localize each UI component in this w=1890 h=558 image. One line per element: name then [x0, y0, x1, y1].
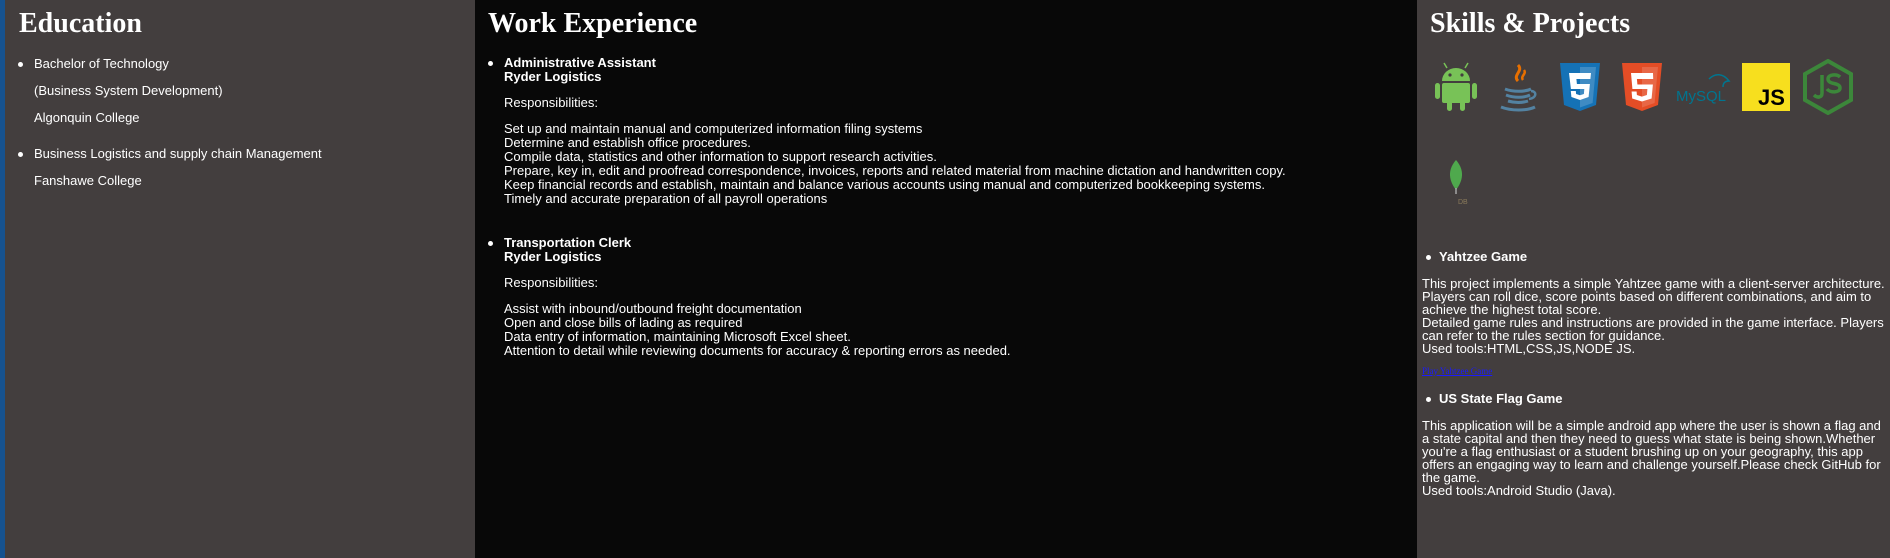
- project-description: This project implements a simple Yahtzee…: [1422, 277, 1890, 355]
- project-desc-line: This project implements a simple Yahtzee…: [1422, 276, 1885, 317]
- project-item: US State Flag Game This application will…: [1422, 392, 1890, 497]
- html5-icon: [1613, 58, 1671, 116]
- skills-heading: Skills & Projects: [1430, 8, 1631, 39]
- project-item: Yahtzee Game This project implements a s…: [1422, 250, 1890, 378]
- job-company: Ryder Logistics: [504, 249, 602, 264]
- degree-name: Bachelor of Technology: [34, 56, 169, 71]
- project-description: This application will be a simple androi…: [1422, 419, 1890, 497]
- duty-line: Compile data, statistics and other infor…: [504, 149, 937, 164]
- degree-school: Algonquin College: [34, 110, 140, 125]
- duty-line: Prepare, key in, edit and proofread corr…: [504, 163, 1286, 178]
- mysql-icon: MySQL: [1675, 58, 1733, 116]
- duty-line: Keep financial records and establish, ma…: [504, 177, 1265, 192]
- responsibilities-label: Responsibilities:: [504, 275, 598, 290]
- skills-projects-panel: Skills & Projects MySQL JS DB Yahtzee Ga…: [1417, 0, 1890, 558]
- skill-icons: MySQL JS DB: [1417, 40, 1890, 250]
- duty-line: Assist with inbound/outbound freight doc…: [504, 301, 802, 316]
- mongodb-icon: DB: [1427, 154, 1485, 212]
- duty-line: Timely and accurate preparation of all p…: [504, 191, 828, 206]
- job-company: Ryder Logistics: [504, 69, 602, 84]
- degree-school: Fanshawe College: [34, 173, 142, 188]
- javascript-icon-text: JS: [1758, 85, 1785, 110]
- duty-line: Determine and establish office procedure…: [504, 135, 751, 150]
- degree-name: Business Logistics and supply chain Mana…: [34, 146, 322, 161]
- duty-line: Data entry of information, maintaining M…: [504, 329, 851, 344]
- project-title: Yahtzee Game: [1426, 250, 1890, 263]
- mongodb-icon-text: DB: [1458, 199, 1468, 206]
- duty-line: Set up and maintain manual and computeri…: [504, 121, 923, 136]
- education-panel: Education Bachelor of Technology (Busine…: [0, 0, 475, 558]
- project-tools: Used tools:HTML,CSS,JS,NODE JS.: [1422, 341, 1636, 356]
- education-heading: Education: [19, 8, 142, 39]
- nodejs-icon: [1799, 58, 1857, 116]
- java-icon: [1489, 58, 1547, 116]
- duty-line: Attention to detail while reviewing docu…: [504, 343, 1011, 358]
- responsibilities-label: Responsibilities:: [504, 95, 598, 110]
- job-item: Administrative Assistant Ryder Logistics…: [488, 55, 1417, 206]
- degree-program: (Business System Development): [34, 83, 223, 98]
- education-list: Bachelor of Technology (Business System …: [5, 40, 475, 188]
- project-desc-line: This application will be a simple androi…: [1422, 418, 1881, 485]
- duty-line: Open and close bills of lading as requir…: [504, 315, 743, 330]
- project-tools: Used tools:Android Studio (Java).: [1422, 483, 1616, 498]
- work-experience-panel: Work Experience Administrative Assistant…: [475, 0, 1417, 558]
- job-title: Administrative Assistant: [504, 55, 656, 70]
- job-title: Transportation Clerk: [504, 235, 632, 250]
- education-item: Business Logistics and supply chain Mana…: [18, 146, 475, 188]
- project-list: Yahtzee Game This project implements a s…: [1417, 250, 1890, 497]
- mysql-icon-text: MySQL: [1676, 88, 1726, 105]
- css3-icon: [1551, 58, 1609, 116]
- project-title: US State Flag Game: [1426, 392, 1890, 405]
- job-item: Transportation Clerk Ryder Logistics Res…: [488, 235, 1417, 358]
- javascript-icon: JS: [1737, 58, 1795, 116]
- job-list: Administrative Assistant Ryder Logistics…: [475, 40, 1417, 358]
- project-desc-line: Detailed game rules and instructions are…: [1422, 315, 1884, 343]
- android-icon: [1427, 58, 1485, 116]
- play-yahtzee-link[interactable]: Play Yahtzee Game: [1422, 365, 1890, 378]
- education-item: Bachelor of Technology (Business System …: [18, 56, 475, 125]
- work-heading: Work Experience: [488, 8, 698, 39]
